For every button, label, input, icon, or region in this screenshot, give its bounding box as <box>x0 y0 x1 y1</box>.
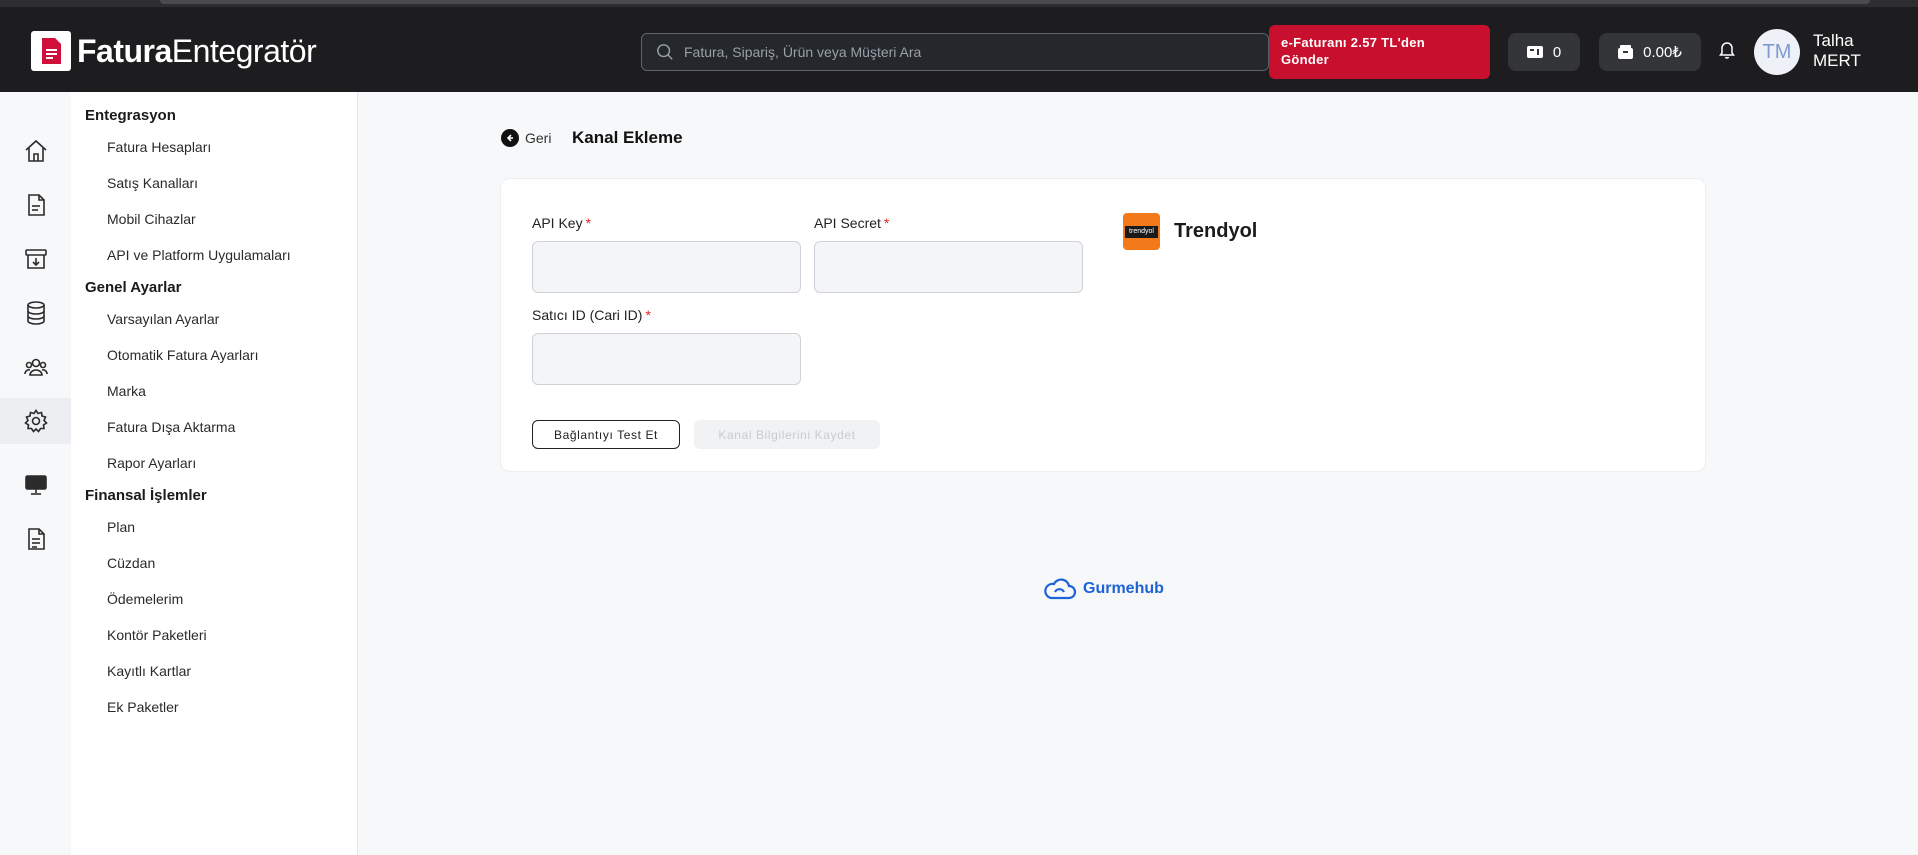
api-key-label: API Key * <box>532 215 592 231</box>
app-logo[interactable]: FaturaEntegratör <box>31 31 317 71</box>
arrow-left-icon <box>501 129 519 147</box>
trendyol-logo: trendyol <box>1123 213 1160 250</box>
gear-icon <box>23 409 48 433</box>
archive-icon <box>24 249 47 269</box>
menu-item-api-platform[interactable]: API ve Platform Uygulamaları <box>107 247 291 263</box>
search-icon <box>657 44 673 60</box>
required-mark: * <box>645 307 651 323</box>
menu-item-kontor-paketleri[interactable]: Kontör Paketleri <box>107 627 207 643</box>
rail-users[interactable] <box>0 344 71 390</box>
section-title-entegrasyon: Entegrasyon <box>85 107 176 124</box>
cloud-icon <box>1044 578 1077 600</box>
rail-reports[interactable] <box>0 516 71 562</box>
page-title: Kanal Ekleme <box>572 128 683 147</box>
menu-item-rapor-ayarlari[interactable]: Rapor Ayarları <box>107 455 196 471</box>
user-last-name: MERT <box>1813 51 1861 70</box>
save-channel-button[interactable]: Kanal Bilgilerini Kaydet <box>694 420 880 449</box>
promo-line-2: Gönder <box>1281 52 1330 67</box>
channel-form-card: API Key * API Secret * Satıcı ID (Cari ID)… <box>500 178 1706 472</box>
required-mark: * <box>585 215 592 231</box>
top-header: FaturaEntegratör e-Faturanı 2.57 TL'den … <box>0 7 1918 92</box>
monitor-icon <box>24 475 47 495</box>
menu-item-plan[interactable]: Plan <box>107 519 135 535</box>
browser-top-strip <box>0 0 1918 7</box>
menu-item-marka[interactable]: Marka <box>107 383 146 399</box>
channel-name: Trendyol <box>1174 220 1258 242</box>
icon-rail <box>0 92 71 855</box>
bell-icon[interactable] <box>1716 39 1738 61</box>
menu-item-ek-paketler[interactable]: Ek Paketler <box>107 699 179 715</box>
menu-item-mobil-cihazlar[interactable]: Mobil Cihazlar <box>107 211 196 227</box>
menu-item-otomatik-fatura[interactable]: Otomatik Fatura Ayarları <box>107 347 258 363</box>
wallet-icon <box>1618 45 1634 59</box>
menu-item-fatura-hesaplari[interactable]: Fatura Hesapları <box>107 139 211 155</box>
back-button[interactable]: Geri <box>501 129 551 147</box>
search-input[interactable] <box>684 44 1268 60</box>
rail-settings[interactable] <box>0 398 71 444</box>
footer-brand[interactable]: Gurmehub <box>1042 577 1164 601</box>
user-first-name: Talha <box>1813 31 1854 50</box>
promo-line-1: e-Faturanı 2.57 TL'den <box>1281 35 1426 50</box>
search-bar[interactable] <box>641 33 1269 71</box>
logo-mark-icon <box>31 31 71 71</box>
api-key-input[interactable] <box>532 241 801 293</box>
document-icon <box>27 194 45 216</box>
api-secret-label: API Secret * <box>814 215 890 231</box>
test-connection-button[interactable]: Bağlantıyı Test Et <box>532 420 680 449</box>
seller-id-input[interactable] <box>532 333 801 385</box>
ticket-icon <box>1526 46 1543 58</box>
logo-text: FaturaEntegratör <box>77 32 317 69</box>
rail-documents[interactable] <box>0 182 71 228</box>
menu-item-varsayilan-ayarlar[interactable]: Varsayılan Ayarlar <box>107 311 219 327</box>
avatar[interactable]: TM <box>1754 29 1800 75</box>
users-icon <box>23 358 48 376</box>
counter-pill[interactable]: 0 <box>1508 33 1580 71</box>
menu-item-odemelerim[interactable]: Ödemelerim <box>107 591 183 607</box>
api-secret-input[interactable] <box>814 241 1083 293</box>
rail-monitor[interactable] <box>0 462 71 508</box>
settings-sidebar: Entegrasyon Fatura Hesapları Satış Kanal… <box>71 92 358 855</box>
promo-banner[interactable]: e-Faturanı 2.57 TL'den Gönder <box>1269 25 1490 79</box>
balance-value: 0.00₺ <box>1643 44 1682 61</box>
menu-item-cuzdan[interactable]: Cüzdan <box>107 555 155 571</box>
user-name[interactable]: Talha MERT <box>1813 31 1861 71</box>
required-mark: * <box>883 215 890 231</box>
menu-item-satis-kanallari[interactable]: Satış Kanalları <box>107 175 198 191</box>
section-title-finansal-islemler: Finansal İşlemler <box>85 487 207 504</box>
section-title-genel-ayarlar: Genel Ayarlar <box>85 279 182 296</box>
back-label: Geri <box>525 130 552 146</box>
menu-item-kayitli-kartlar[interactable]: Kayıtlı Kartlar <box>107 663 191 679</box>
seller-id-label: Satıcı ID (Cari ID) * <box>532 307 651 323</box>
balance-pill[interactable]: 0.00₺ <box>1599 33 1701 71</box>
rail-archive[interactable] <box>0 236 71 282</box>
database-icon <box>26 301 45 325</box>
channel-info: trendyol Trendyol <box>1123 213 1257 250</box>
footer-brand-label: Gurmehub <box>1083 580 1164 597</box>
home-icon <box>24 139 47 162</box>
rail-home[interactable] <box>0 128 71 174</box>
counter-value: 0 <box>1552 43 1562 61</box>
rail-database[interactable] <box>0 290 71 336</box>
menu-item-fatura-disa-aktarma[interactable]: Fatura Dışa Aktarma <box>107 419 235 435</box>
file-text-icon <box>27 528 45 550</box>
